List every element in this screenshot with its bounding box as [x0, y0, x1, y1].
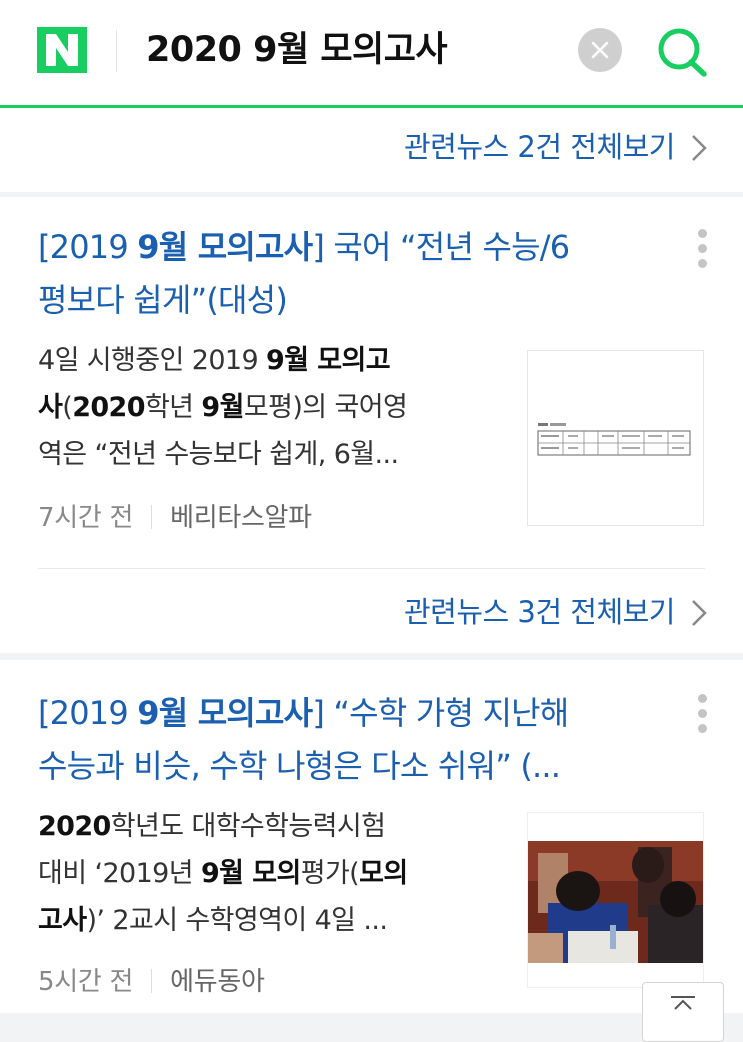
card-divider: [38, 568, 705, 569]
search-input[interactable]: 2020 9월 모의고사: [146, 26, 448, 74]
title-text: [2019: [38, 694, 138, 732]
related-news-link[interactable]: 관련뉴스 2건 전체보기: [0, 108, 743, 192]
article-meta: 5시간 전 에듀동아: [38, 965, 265, 999]
title-text: ] 국어 “전년 수능/6: [312, 228, 570, 266]
scroll-top-button[interactable]: [642, 982, 724, 1042]
article-time: 5시간 전: [38, 967, 134, 997]
related-news-link[interactable]: 관련뉴스 3건 전체보기: [0, 573, 743, 653]
clear-search-button[interactable]: [578, 28, 622, 72]
more-options-icon[interactable]: [694, 694, 710, 740]
search-header: 2020 9월 모의고사: [0, 0, 743, 108]
more-options-icon[interactable]: [694, 229, 710, 275]
related-news-label: 관련뉴스 2건 전체보기: [403, 130, 676, 164]
article-source[interactable]: 에듀동아: [170, 967, 265, 997]
title-text: 평보다 쉽게”(대성): [38, 281, 288, 319]
chevron-right-icon: [692, 135, 707, 161]
title-highlight: 9월 모의고사: [137, 694, 313, 732]
article-thumbnail[interactable]: [527, 350, 704, 526]
chevron-right-icon: [692, 600, 707, 626]
title-text: [2019: [38, 228, 138, 266]
news-card: [2019 9월 모의고사] “수학 가형 지난해 수능과 비슷, 수학 나형은…: [0, 660, 743, 1013]
article-thumbnail[interactable]: [527, 812, 704, 988]
title-highlight: 9월 모의고사: [137, 228, 313, 266]
news-card: [2019 9월 모의고사] 국어 “전년 수능/6 평보다 쉽게”(대성) 4…: [0, 197, 743, 653]
article-snippet: 2020학년도 대학수학능력시험 대비 ‘2019년 9월 모의평가(모의 고사…: [38, 811, 408, 936]
exam-classroom-photo: [528, 813, 703, 987]
title-text: 수능과 비슷, 수학 나형은 다소 쉬워” (...: [38, 747, 561, 785]
article-time: 7시간 전: [38, 503, 134, 533]
header-divider: [116, 30, 117, 72]
article-snippet: 4일 시행중인 2019 9월 모의고 사(2020학년 9월모평)의 국어영 …: [38, 345, 408, 470]
arrow-up-icon: [671, 996, 695, 1010]
naver-logo[interactable]: [37, 27, 87, 73]
search-icon[interactable]: [654, 25, 710, 79]
related-news-label: 관련뉴스 3건 전체보기: [403, 595, 676, 629]
close-icon: [591, 41, 609, 59]
article-meta: 7시간 전 베리타스알파: [38, 501, 312, 535]
table-document-thumbnail: [537, 423, 691, 456]
title-text: ] “수학 가형 지난해: [312, 694, 569, 732]
article-source[interactable]: 베리타스알파: [170, 503, 312, 533]
article-title[interactable]: [2019 9월 모의고사] 국어 “전년 수능/6 평보다 쉽게”(대성): [38, 221, 648, 327]
article-title[interactable]: [2019 9월 모의고사] “수학 가형 지난해 수능과 비슷, 수학 나형은…: [38, 687, 648, 793]
